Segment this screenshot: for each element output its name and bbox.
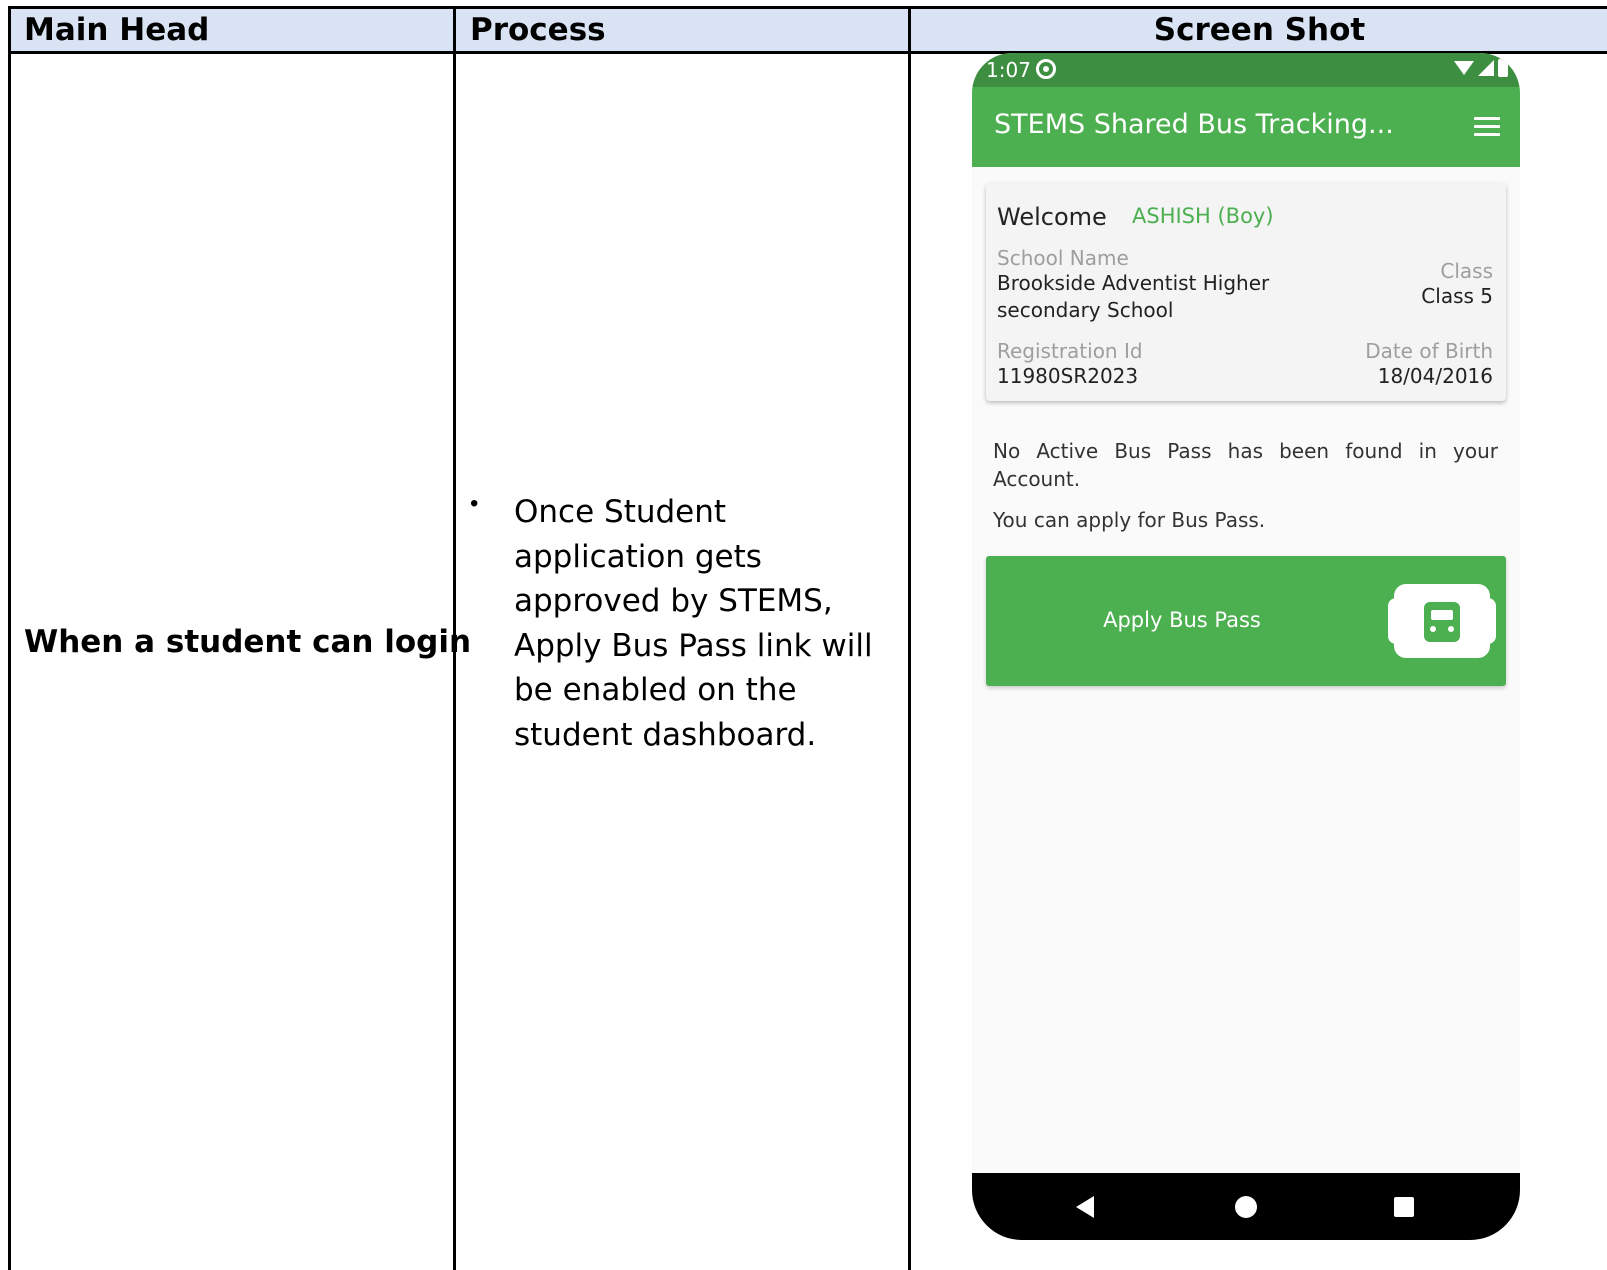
app-title: STEMS Shared Bus Tracking... [994, 109, 1394, 140]
class-label: Class [1440, 259, 1493, 283]
battery-icon [1498, 59, 1508, 77]
hamburger-menu-icon[interactable] [1474, 117, 1500, 137]
wifi-icon [1454, 61, 1474, 75]
status-bar: 1:07 [972, 53, 1520, 87]
welcome-label: Welcome [997, 203, 1107, 231]
recent-apps-icon[interactable] [1394, 1197, 1414, 1217]
school-name-label: School Name [997, 246, 1129, 270]
school-name-line2: secondary School [997, 298, 1174, 322]
registration-label: Registration Id [997, 339, 1143, 363]
main-head-text: When a student can login [24, 624, 472, 660]
bus-icon [1424, 602, 1460, 642]
no-bus-pass-notice: No Active Bus Pass has been found in you… [993, 439, 1498, 491]
class-value: Class 5 [1421, 284, 1493, 308]
school-name-line1: Brookside Adventist Higher [997, 271, 1270, 295]
home-icon[interactable] [1235, 1196, 1257, 1218]
notification-icon [1036, 59, 1056, 79]
column-divider-2 [908, 6, 911, 1270]
process-text: Once Student application gets approved b… [514, 494, 873, 753]
apply-bus-pass-label: Apply Bus Pass [1103, 608, 1261, 632]
header-main-head: Main Head [24, 12, 210, 48]
student-name: ASHISH (Boy) [1132, 204, 1274, 228]
apply-hint: You can apply for Bus Pass. [993, 508, 1266, 532]
dob-label: Date of Birth [1365, 339, 1493, 363]
header-process: Process [470, 12, 606, 48]
phone-screenshot: 1:07 STEMS Shared Bus Tracking... Welcom… [972, 53, 1520, 1240]
back-icon[interactable] [1076, 1196, 1094, 1218]
bullet-marker: • [470, 490, 479, 517]
dob-value: 18/04/2016 [1377, 364, 1493, 388]
registration-value: 11980SR2023 [997, 364, 1139, 388]
bus-pass-icon [1388, 584, 1496, 658]
status-icons [1454, 59, 1508, 77]
android-nav-bar [972, 1173, 1520, 1240]
app-bar: STEMS Shared Bus Tracking... [972, 87, 1520, 167]
header-screen-shot: Screen Shot [1153, 12, 1366, 48]
status-time: 1:07 [986, 58, 1031, 82]
student-info-card: Welcome ASHISH (Boy) School Name Brooksi… [986, 183, 1506, 401]
apply-bus-pass-button[interactable]: Apply Bus Pass [986, 556, 1506, 686]
signal-icon [1478, 60, 1494, 76]
table-left-border [8, 6, 11, 1270]
